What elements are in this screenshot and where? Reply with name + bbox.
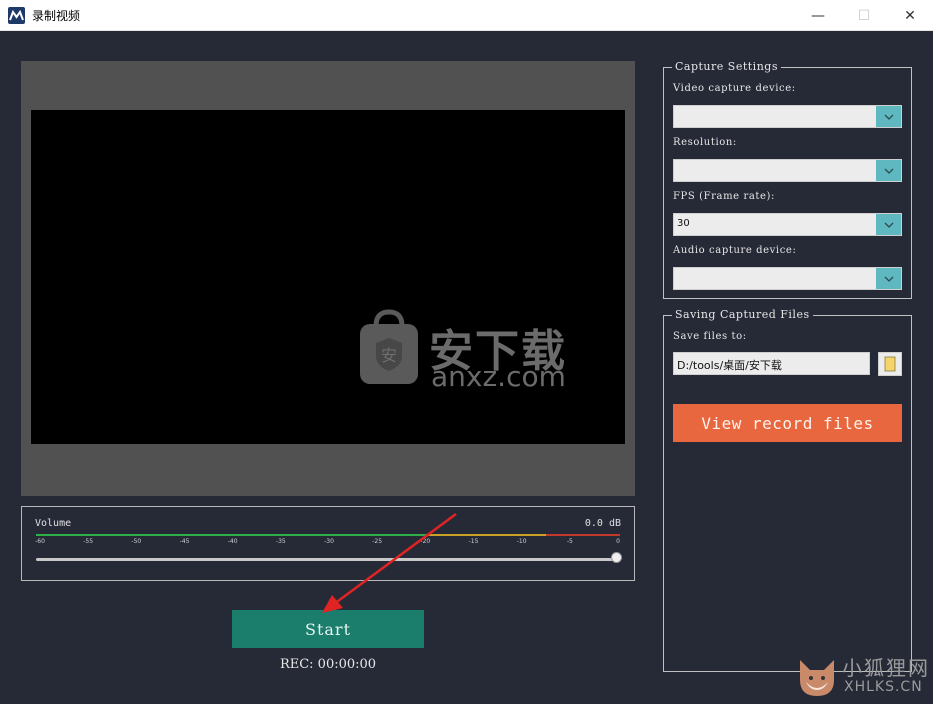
main-area: 安 安下载 anxz.com Volume 0.0 dB -60 -55 -50 -4… (0, 31, 933, 704)
close-button[interactable]: ✕ (887, 0, 933, 31)
volume-tick-label: -10 (516, 538, 527, 545)
fps-label: FPS (Frame rate): (673, 191, 776, 202)
minimize-icon: — (811, 7, 825, 24)
saving-files-title: Saving Captured Files (672, 308, 813, 321)
chevron-down-icon (876, 268, 901, 289)
rec-timer: REC: 00:00:00 (279, 657, 377, 672)
save-to-label: Save files to: (673, 331, 747, 342)
volume-tick-label: -5 (566, 538, 573, 545)
watermark-bag-icon: 安 (360, 309, 418, 384)
folder-icon (884, 356, 896, 372)
volume-panel: Volume 0.0 dB -60 -55 -50 -45 -40 -35 -30 -25 -2… (21, 506, 635, 581)
capture-settings-group: Capture Settings Video capture device: R… (663, 60, 912, 299)
watermark-badge-text: 安 (381, 346, 397, 365)
watermark-text-en: anxz.com (431, 360, 566, 393)
volume-tick-label: -45 (179, 538, 190, 545)
video-preview-screen: 安 安下载 anxz.com (31, 110, 625, 444)
window-title: 录制视频 (32, 9, 81, 23)
volume-slider-handle[interactable] (611, 552, 622, 563)
browse-folder-button[interactable] (878, 352, 902, 376)
volume-tick-label: -35 (275, 538, 286, 545)
volume-tick-label: -30 (324, 538, 334, 545)
volume-tick-label: -55 (83, 538, 94, 545)
volume-tick-label: -25 (372, 538, 383, 545)
app-logo-icon (8, 7, 25, 24)
fox-logo-icon (800, 660, 834, 696)
resolution-label: Resolution: (673, 137, 737, 148)
site-watermark: 小狐狸网 XHLKS.CN (790, 650, 933, 704)
volume-level-meter (36, 534, 620, 536)
volume-tick-label: -40 (227, 538, 238, 545)
volume-db-readout: 0.0 dB (584, 518, 621, 529)
saving-files-group: Saving Captured Files Save files to: D:/… (663, 308, 912, 672)
fps-value: 30 (677, 218, 690, 229)
video-device-label: Video capture device: (673, 83, 796, 94)
video-preview-frame: 安 安下载 anxz.com (21, 61, 635, 496)
audio-device-select[interactable] (673, 267, 902, 290)
volume-label: Volume (35, 518, 72, 529)
volume-scale: -60 -55 -50 -45 -40 -35 -30 -25 -20 -15 -10 -5 0 (22, 538, 636, 552)
volume-tick-label: -50 (131, 538, 142, 545)
site-watermark-cn: 小狐狸网 (842, 656, 930, 680)
close-icon: ✕ (904, 7, 916, 24)
site-watermark-en: XHLKS.CN (844, 679, 923, 695)
chevron-down-icon (876, 214, 901, 235)
chevron-down-icon (876, 160, 901, 181)
volume-tick-label: -15 (468, 538, 479, 545)
save-path-input[interactable]: D:/tools/桌面/安下载 (673, 352, 870, 375)
video-device-select[interactable] (673, 105, 902, 128)
capture-settings-title: Capture Settings (672, 60, 781, 73)
fps-select[interactable]: 30 (673, 213, 902, 236)
chevron-down-icon (876, 106, 901, 127)
resolution-select[interactable] (673, 159, 902, 182)
maximize-button[interactable]: ☐ (841, 0, 887, 31)
title-bar: 录制视频 — ☐ ✕ (0, 0, 933, 31)
volume-slider-track[interactable] (36, 558, 620, 561)
volume-tick-label: 0 (616, 538, 620, 545)
volume-tick-label: -20 (420, 538, 431, 545)
maximize-icon: ☐ (857, 7, 871, 24)
view-record-files-button[interactable]: View record files (673, 404, 902, 442)
volume-tick-label: -60 (35, 538, 45, 545)
audio-device-label: Audio capture device: (673, 245, 797, 256)
minimize-button[interactable]: — (795, 0, 841, 31)
start-button[interactable]: Start (232, 610, 424, 648)
